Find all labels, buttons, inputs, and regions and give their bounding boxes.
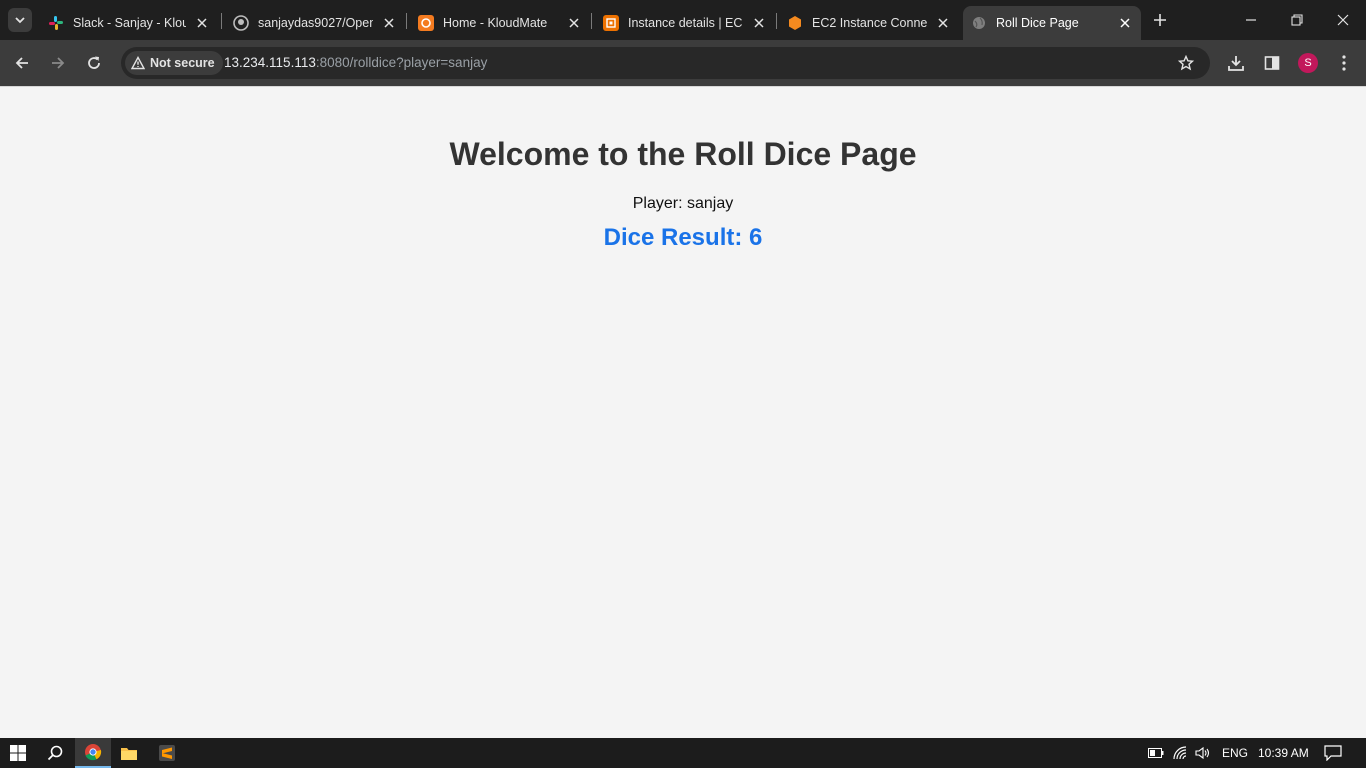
security-chip[interactable]: Not secure [125,51,223,75]
reload-icon [88,56,100,69]
wifi-icon[interactable] [1172,744,1190,762]
tab-title: Slack - Sanjay - KloudMate [73,16,186,30]
aws-ec2-icon [603,15,619,31]
sublime-text-icon [159,745,175,761]
url-text[interactable]: 13.234.115.113:8080/rolldice?player=sanj… [224,55,487,70]
taskbar-search-button[interactable] [37,738,73,768]
battery-icon[interactable] [1147,744,1165,762]
bookmark-button[interactable] [1176,53,1196,73]
tab-slack[interactable]: Slack - Sanjay - KloudMate [40,6,218,40]
tab-title: Roll Dice Page [996,16,1079,30]
url-path: :8080/rolldice?player=sanjay [315,55,488,70]
taskbar-chrome[interactable] [75,738,111,768]
avatar: S [1298,53,1318,73]
kloudmate-icon [418,15,434,31]
page-title: Welcome to the Roll Dice Page [449,136,917,172]
chrome-icon [85,744,102,761]
browser-toolbar: Not secure 13.234.115.113:8080/rolldice?… [0,40,1366,86]
tab-separator [776,13,777,29]
taskbar-clock[interactable]: 10:39 AM [1258,746,1309,760]
close-icon[interactable] [751,15,767,31]
close-window-button[interactable] [1333,10,1353,30]
tab-title: Instance details | EC2 [628,16,743,30]
windows-logo-icon [10,745,26,761]
volume-icon[interactable] [1194,744,1212,762]
tab-ec2-connect[interactable]: EC2 Instance Connect [779,6,959,40]
slack-icon [48,15,64,31]
arrow-right-icon [52,57,65,69]
minimize-button[interactable] [1241,10,1261,30]
tab-separator [221,13,222,29]
tab-instance-details[interactable]: Instance details | EC2 [595,6,775,40]
tab-roll-dice[interactable]: Roll Dice Page [963,6,1141,40]
star-icon [1178,55,1194,71]
close-icon[interactable] [381,15,397,31]
reload-button[interactable] [82,51,106,75]
url-host: 13.234.115.113 [224,55,316,70]
side-panel-button[interactable] [1260,51,1284,75]
arrow-left-icon [15,57,28,69]
plus-icon [1154,14,1166,26]
close-icon [1337,14,1349,26]
tab-separator [406,13,407,29]
search-icon [47,745,63,761]
tab-strip: Slack - Sanjay - KloudMate sanjaydas9027… [0,0,1366,40]
notification-icon[interactable] [1324,744,1342,762]
tab-title: sanjaydas9027/OpenTelemetry [258,16,373,30]
downloads-button[interactable] [1224,51,1248,75]
aws-connect-icon [787,15,803,31]
download-icon [1228,56,1244,71]
minimize-icon [1246,19,1256,21]
address-bar[interactable]: Not secure 13.234.115.113:8080/rolldice?… [121,47,1210,79]
forward-button[interactable] [46,51,70,75]
player-label: Player: sanjay [632,195,734,212]
windows-taskbar: ENG 10:39 AM [0,738,1366,768]
dice-result: Dice Result: 6 [603,224,763,251]
menu-button[interactable] [1332,51,1356,75]
tab-search-button[interactable] [8,8,32,32]
restore-icon [1291,14,1303,26]
close-icon[interactable] [1117,15,1133,31]
tab-github[interactable]: sanjaydas9027/OpenTelemetry [225,6,405,40]
taskbar-sublime-text[interactable] [149,738,185,768]
close-icon[interactable] [566,15,582,31]
close-icon[interactable] [935,15,951,31]
tab-kloudmate[interactable]: Home - KloudMate [410,6,590,40]
kebab-menu-icon [1342,55,1346,71]
taskbar-file-explorer[interactable] [111,738,147,768]
warning-icon [131,56,145,70]
close-icon[interactable] [194,15,210,31]
chevron-down-icon [15,17,25,24]
page-content: Welcome to the Roll Dice Page Player: sa… [0,86,1366,738]
language-indicator[interactable]: ENG [1222,746,1248,760]
security-label: Not secure [150,56,215,70]
github-icon [233,15,249,31]
back-button[interactable] [10,51,34,75]
globe-icon [971,15,987,31]
new-tab-button[interactable] [1150,10,1170,30]
tab-title: Home - KloudMate [443,16,548,30]
restore-button[interactable] [1287,10,1307,30]
tab-separator [591,13,592,29]
side-panel-icon [1264,56,1280,70]
tab-title: EC2 Instance Connect [812,16,927,30]
folder-icon [121,748,137,760]
profile-button[interactable]: S [1296,51,1320,75]
start-button[interactable] [0,738,36,768]
